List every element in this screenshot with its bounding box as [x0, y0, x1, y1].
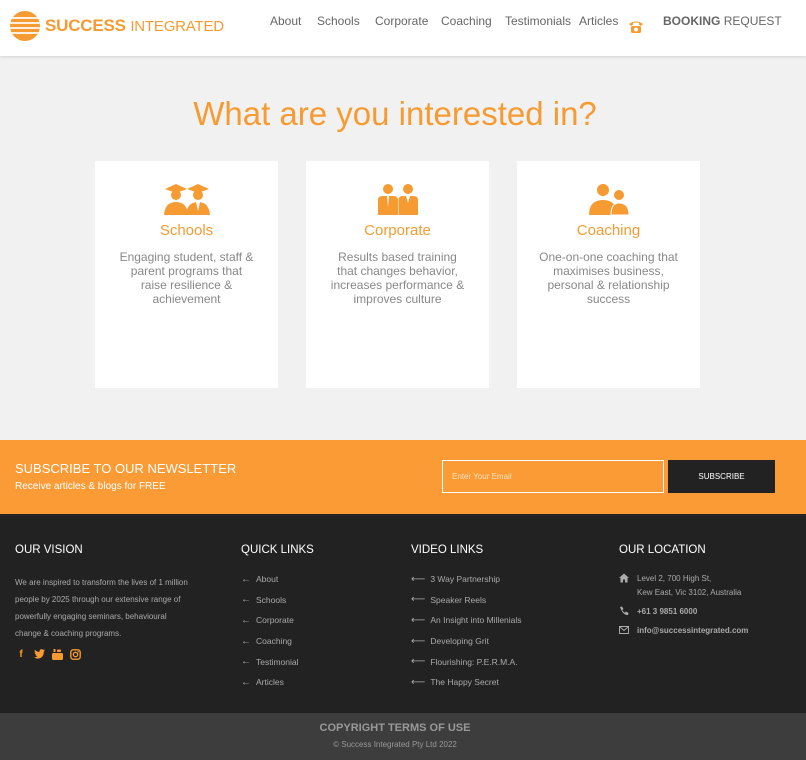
logo-text: Success Integrated [45, 16, 224, 36]
social-links: f [15, 648, 81, 660]
youtube-icon[interactable] [51, 648, 63, 660]
copyright-bar: Copyright Terms of Use © Success Integra… [0, 713, 806, 760]
site-header: Success Integrated About Schools Corpora… [0, 0, 806, 56]
card-title: Schools [159, 222, 214, 239]
quick-link-label: Coaching [256, 636, 292, 647]
quick-link-testimonial[interactable]: ← Testimonial [241, 651, 299, 672]
video-link-label: The Happy Secret [430, 677, 499, 688]
video-link[interactable]: ⟵ Speaker Reels [411, 590, 522, 611]
nav-coaching[interactable]: Coaching [441, 14, 492, 28]
video-link-label: 3 Way Partnership [430, 574, 500, 585]
quick-link-articles[interactable]: ← Articles [241, 672, 299, 693]
nav-articles[interactable]: Articles [579, 14, 618, 28]
long-arrow-left-icon: ⟵ [411, 676, 426, 688]
logo-text-bold: Success [45, 16, 126, 35]
card-corporate[interactable]: Corporate Results based training that ch… [306, 161, 489, 388]
long-arrow-left-icon: ⟵ [411, 614, 426, 626]
quick-link-label: Corporate [256, 615, 294, 626]
card-schools[interactable]: Schools Engaging student, staff & parent… [95, 161, 278, 388]
video-link-label: Developing Grit [430, 636, 489, 647]
card-description: One-on-one coaching that maximises busin… [539, 250, 678, 306]
arrow-left-icon: ← [241, 594, 251, 606]
twitter-icon[interactable] [33, 648, 45, 660]
quick-link-corporate[interactable]: ← Corporate [241, 610, 299, 631]
logo-mark-icon [10, 11, 40, 41]
footer-heading-video-links: Video Links [411, 544, 484, 556]
newsletter-banner: Subscribe to our newsletter Receive arti… [0, 440, 806, 514]
newsletter-subtitle: Receive articles & blogs for FREE [15, 481, 166, 492]
envelope-icon [619, 626, 629, 634]
quick-link-coaching[interactable]: ← Coaching [241, 631, 299, 652]
booking-light: Request [723, 14, 782, 28]
address-line1: Level 2, 700 High St, [637, 574, 712, 583]
card-coaching[interactable]: Coaching One-on-one coaching that maximi… [517, 161, 700, 388]
booking-bold: Booking [663, 14, 721, 28]
arrow-left-icon: ← [241, 614, 251, 626]
card-title: Corporate [364, 222, 431, 239]
facebook-icon[interactable]: f [15, 648, 27, 660]
video-links-list: ⟵ 3 Way Partnership ⟵ Speaker Reels ⟵ An In… [411, 569, 522, 693]
booking-request-link[interactable]: Booking Request [663, 14, 782, 28]
nav-testimonials[interactable]: Testimonials [505, 14, 571, 28]
email-address: info@successintegrated.com [637, 626, 749, 635]
long-arrow-left-icon: ⟵ [411, 573, 426, 585]
quick-link-label: Articles [256, 677, 284, 688]
arrow-left-icon: ← [241, 676, 251, 688]
quick-link-schools[interactable]: ← Schools [241, 590, 299, 611]
card-description: Results based training that changes beha… [330, 250, 465, 306]
business-people-icon [377, 184, 418, 215]
video-link-label: An Insight into Millenials [430, 615, 522, 626]
coaching-people-icon [588, 184, 630, 215]
video-link[interactable]: ⟵ The Happy Secret [411, 672, 522, 693]
footer-heading-location: Our Location [619, 544, 706, 556]
quick-links-list: ← About ← Schools ← Corporate ← Coaching ← Te… [241, 569, 299, 693]
phone-number: +61 3 9851 6000 [637, 607, 698, 616]
subscribe-button[interactable]: Subscribe [668, 460, 775, 493]
long-arrow-left-icon: ⟵ [411, 635, 426, 647]
quick-link-label: Testimonial [256, 656, 299, 667]
quick-link-label: Schools [256, 594, 287, 605]
nav-corporate[interactable]: Corporate [375, 14, 428, 28]
arrow-left-icon: ← [241, 573, 251, 585]
quick-link-label: About [256, 574, 279, 585]
phone-icon [620, 606, 629, 616]
copyright-terms-link[interactable]: Copyright Terms of Use [0, 722, 790, 734]
arrow-left-icon: ← [241, 656, 251, 668]
newsletter-email-input[interactable] [442, 460, 664, 493]
home-icon [619, 573, 629, 583]
video-link[interactable]: ⟵ 3 Way Partnership [411, 569, 522, 590]
instagram-icon[interactable] [69, 648, 81, 660]
page-title: What are you interested in? [193, 95, 597, 132]
video-link[interactable]: ⟵ Developing Grit [411, 631, 522, 652]
graduates-icon [163, 184, 210, 215]
card-title: Coaching [576, 222, 641, 239]
video-link[interactable]: ⟵ An Insight into Millenials [411, 610, 522, 631]
footer-heading-quick-links: Quick Links [241, 544, 314, 556]
logo-text-light: Integrated [130, 18, 224, 35]
footer-heading-vision: Our Vision [15, 544, 83, 556]
video-link-label: Speaker Reels [430, 594, 487, 605]
card-description: Engaging student, staff & parent program… [119, 250, 254, 306]
quick-link-about[interactable]: ← About [241, 569, 299, 590]
long-arrow-left-icon: ⟵ [411, 594, 426, 606]
arrow-left-icon: ← [241, 635, 251, 647]
copyright-text: © Success Integrated Pty Ltd 2022 [333, 740, 457, 749]
vision-text: We are inspired to transform the lives o… [15, 578, 188, 638]
video-link-label: Flourishing: P.E.R.M.A. [430, 656, 518, 667]
long-arrow-left-icon: ⟵ [411, 656, 426, 668]
address-line2: Kew East, Vic 3102, Australia [637, 588, 742, 597]
site-logo[interactable]: Success Integrated [10, 11, 224, 41]
site-footer: Our Vision We are inspired to transform … [0, 514, 806, 713]
nav-schools[interactable]: Schools [317, 14, 360, 28]
phone-icon[interactable] [627, 18, 645, 36]
nav-about[interactable]: About [270, 14, 301, 28]
newsletter-title: Subscribe to our newsletter [15, 461, 237, 476]
video-link[interactable]: ⟵ Flourishing: P.E.R.M.A. [411, 651, 522, 672]
